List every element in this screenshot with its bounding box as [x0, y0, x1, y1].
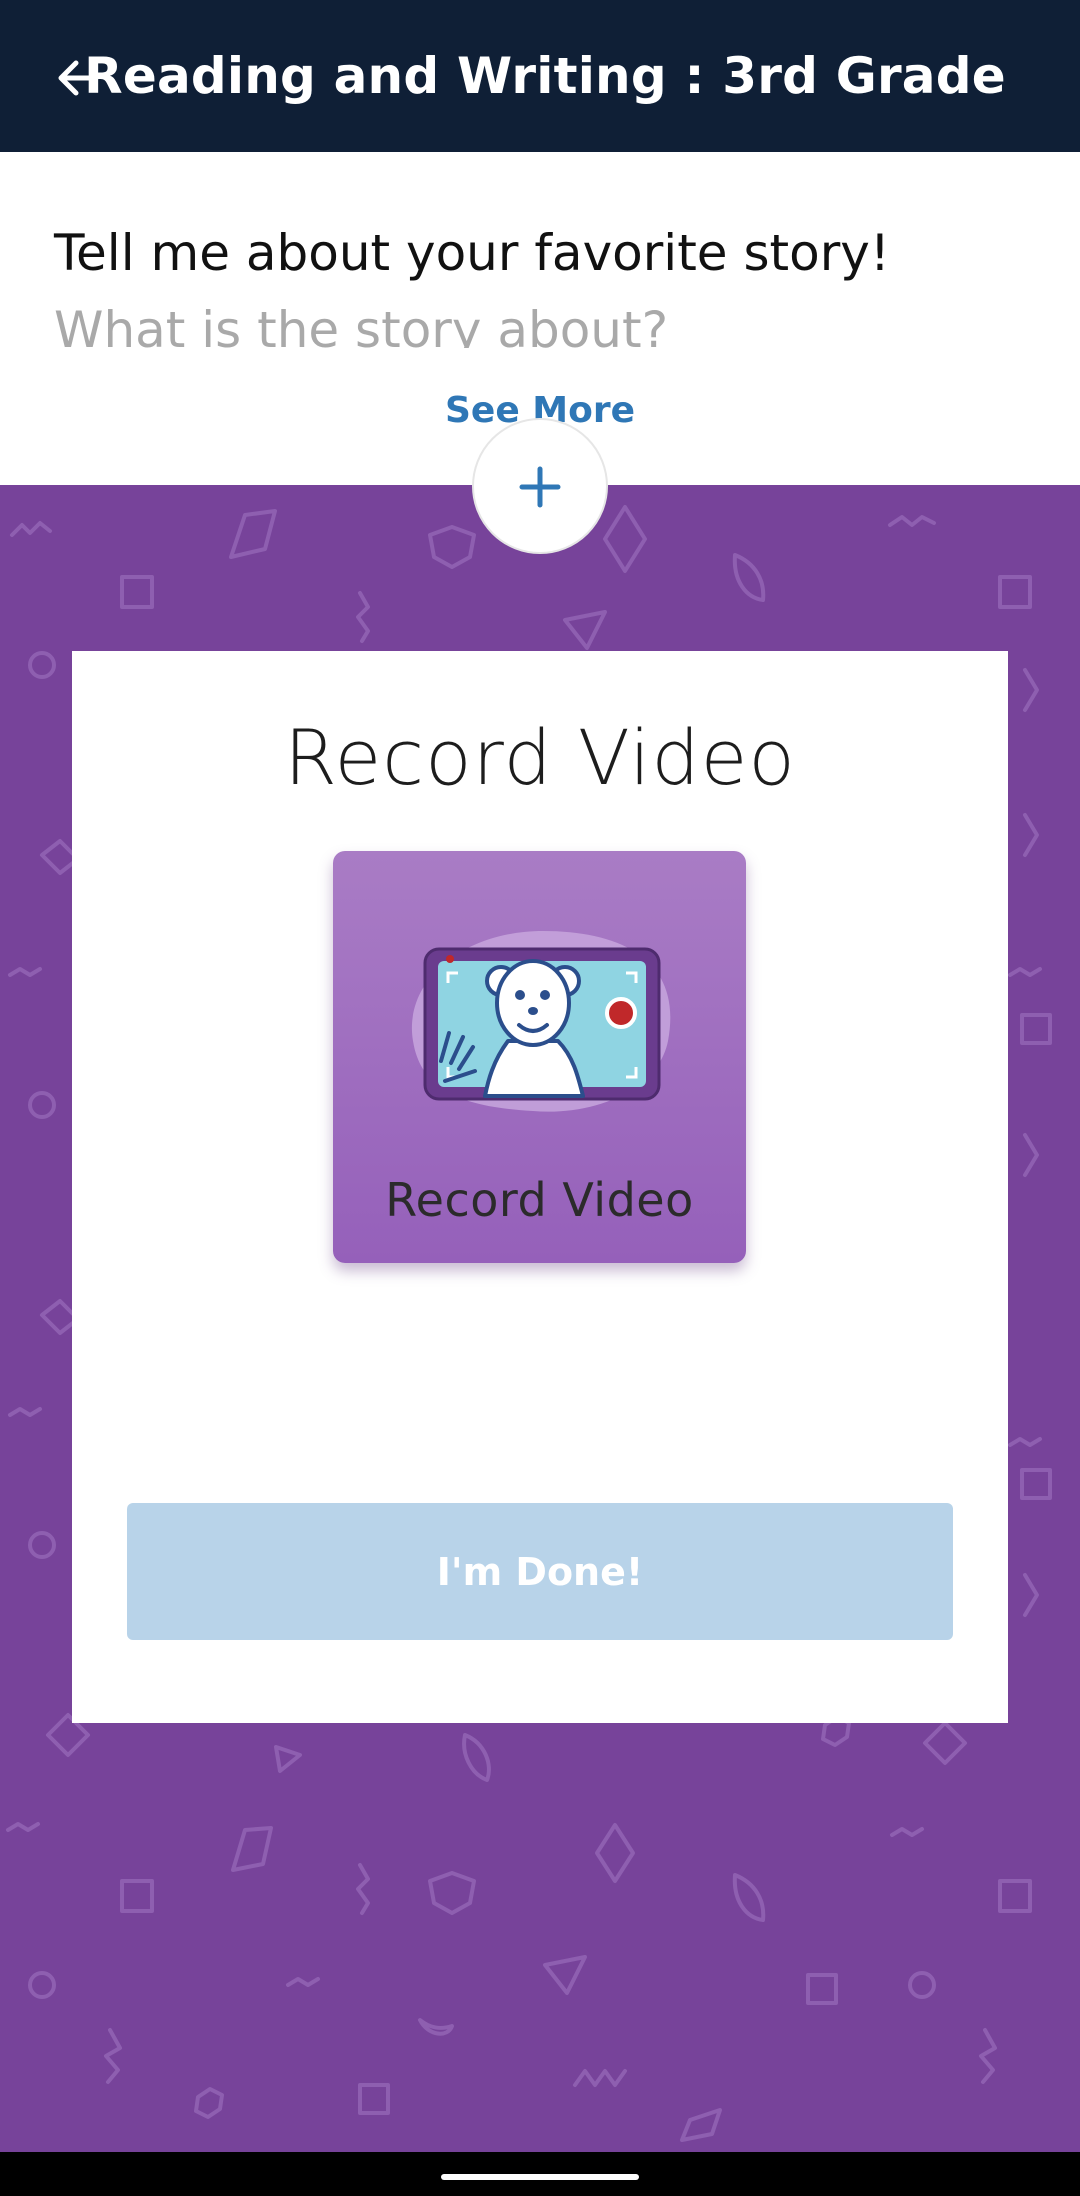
- prompt-text-truncated: What is the story about?: [54, 302, 669, 348]
- app-bar: Reading and Writing : 3rd Grade: [0, 0, 1080, 152]
- system-navigation-bar: [0, 2152, 1080, 2196]
- home-indicator[interactable]: [441, 2174, 639, 2180]
- card-title: Record Video: [284, 713, 796, 802]
- page-title: Reading and Writing : 3rd Grade: [84, 47, 1006, 105]
- done-button[interactable]: I'm Done!: [127, 1503, 953, 1640]
- record-video-illustration-icon: [411, 931, 671, 1112]
- add-button[interactable]: [472, 418, 608, 554]
- record-video-tile[interactable]: Record Video: [333, 851, 746, 1263]
- plus-icon: [519, 466, 561, 508]
- record-video-tile-label: Record Video: [385, 1173, 694, 1227]
- prompt-text: Tell me about your favorite story!: [54, 224, 890, 282]
- record-video-card: Record Video Record Video I'm Done!: [72, 651, 1008, 1723]
